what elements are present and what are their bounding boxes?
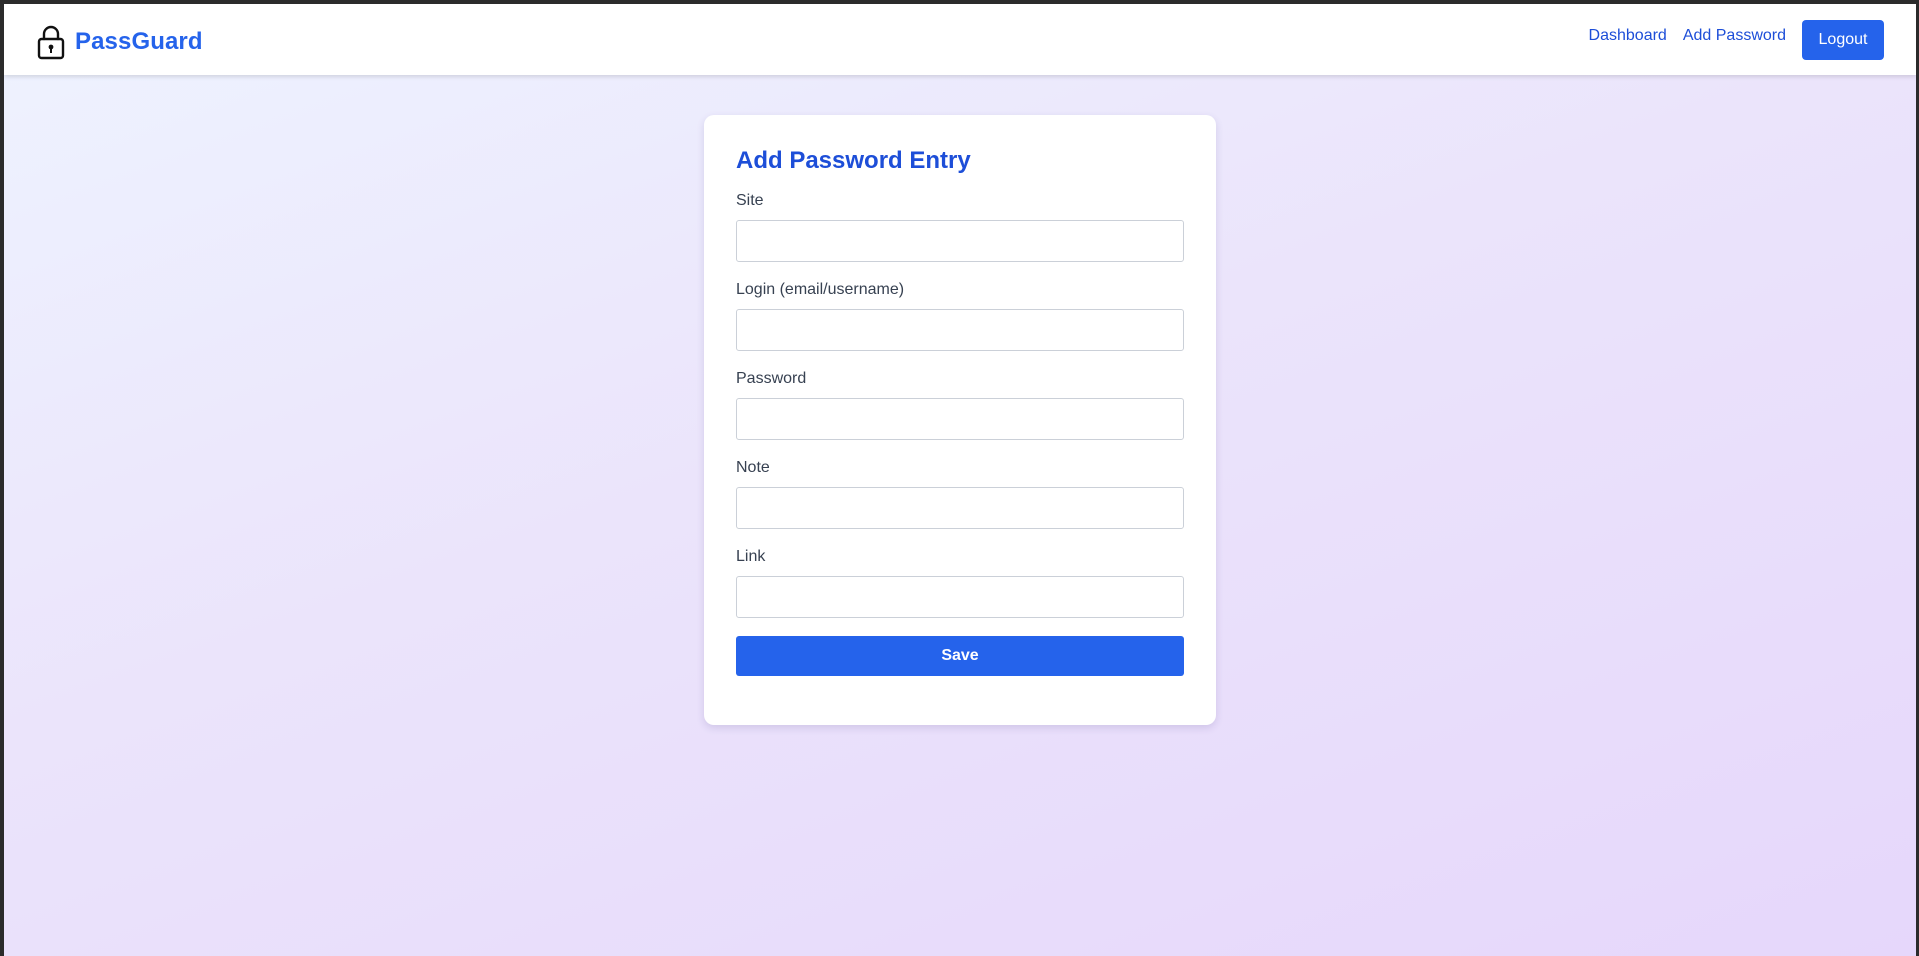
login-label: Login (email/username) xyxy=(736,281,905,298)
form-title: Add Password Entry xyxy=(736,147,971,174)
nav-dashboard-link[interactable]: Dashboard xyxy=(1589,27,1667,45)
save-button[interactable]: Save xyxy=(736,636,1184,676)
brand[interactable]: PassGuard xyxy=(36,24,203,60)
note-label: Note xyxy=(736,459,770,476)
nav-add-password-link[interactable]: Add Password xyxy=(1683,27,1786,45)
login-input[interactable] xyxy=(736,309,1184,351)
add-password-card: Add Password Entry Site Login (email/use… xyxy=(704,115,1216,725)
site-input[interactable] xyxy=(736,220,1184,262)
note-field: Note xyxy=(736,458,1184,529)
login-field: Login (email/username) xyxy=(736,280,1184,351)
brand-name: PassGuard xyxy=(75,27,203,55)
logout-button[interactable]: Logout xyxy=(1802,19,1884,60)
link-field: Link xyxy=(736,547,1184,618)
link-label: Link xyxy=(736,548,766,565)
top-navbar: PassGuard Dashboard Add Password Logout xyxy=(4,4,1916,75)
link-input[interactable] xyxy=(736,576,1184,618)
site-label: Site xyxy=(736,192,764,209)
password-field: Password xyxy=(736,369,1184,440)
password-label: Password xyxy=(736,370,807,387)
lock-icon xyxy=(36,24,66,60)
site-field: Site xyxy=(736,191,1184,262)
password-input[interactable] xyxy=(736,398,1184,440)
note-input[interactable] xyxy=(736,487,1184,529)
app-window: PassGuard Dashboard Add Password Logout … xyxy=(4,4,1916,956)
main-nav: Dashboard Add Password Logout xyxy=(1589,19,1884,60)
